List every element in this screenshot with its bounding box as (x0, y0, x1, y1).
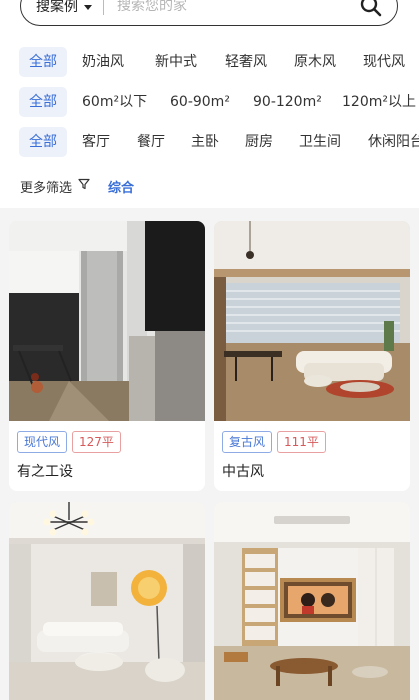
room-chip-balcony[interactable]: 休闲阳台 (368, 127, 419, 157)
style-tag: 现代风 (17, 431, 68, 453)
case-card[interactable]: 现代风 127平 有之工设 (9, 221, 205, 491)
area-chip-all[interactable]: 全部 (19, 87, 67, 117)
search-input[interactable] (117, 0, 360, 14)
room-chip-kitchen[interactable]: 厨房 (245, 127, 273, 157)
style-chip-cream[interactable]: 奶油风 (82, 47, 124, 77)
style-chip-new-chinese[interactable]: 新中式 (155, 47, 197, 77)
search-divider (103, 0, 104, 15)
style-chip-modern[interactable]: 现代风 (363, 47, 405, 77)
caret-down-icon (84, 4, 92, 10)
search-icon[interactable] (360, 0, 382, 17)
case-card[interactable] (9, 502, 205, 700)
area-chip-under-60[interactable]: 60m²以下 (82, 87, 147, 117)
room-chip-living[interactable]: 客厅 (82, 127, 110, 157)
more-filters-button[interactable]: 更多筛选 (20, 177, 72, 196)
case-photo[interactable] (9, 502, 205, 700)
case-tags: 现代风 127平 (9, 421, 205, 453)
case-title: 中古风 (222, 464, 264, 480)
case-photo[interactable] (214, 221, 410, 421)
room-chip-bathroom[interactable]: 卫生间 (299, 127, 341, 157)
room-filter-row: 全部 客厅 餐厅 主卧 厨房 卫生间 休闲阳台 (0, 127, 419, 157)
search-bar: 搜案例 (20, 0, 398, 26)
style-chip-log[interactable]: 原木风 (294, 47, 336, 77)
case-photo[interactable] (9, 221, 205, 421)
case-photo[interactable] (214, 502, 410, 700)
room-chip-dining[interactable]: 餐厅 (137, 127, 165, 157)
funnel-icon[interactable] (78, 178, 90, 194)
area-chip-60-90[interactable]: 60-90m² (170, 87, 230, 117)
area-chip-over-120[interactable]: 120m²以上 (342, 87, 416, 117)
case-feed: 现代风 127平 有之工设 复古风 111平 中古风 (0, 208, 419, 700)
area-chip-90-120[interactable]: 90-120m² (253, 87, 322, 117)
area-tag: 111平 (277, 431, 326, 453)
search-type-label: 搜案例 (36, 0, 78, 15)
sort-combo-button[interactable]: 综合 (108, 177, 134, 196)
style-chip-light-luxury[interactable]: 轻奢风 (225, 47, 267, 77)
room-chip-master-bedroom[interactable]: 主卧 (191, 127, 219, 157)
room-chip-all[interactable]: 全部 (19, 127, 67, 157)
search-type-dropdown[interactable]: 搜案例 (21, 0, 92, 16)
case-tags: 复古风 111平 (214, 421, 410, 453)
case-card[interactable]: 复古风 111平 中古风 (214, 221, 410, 491)
area-filter-row: 全部 60m²以下 60-90m² 90-120m² 120m²以上 (0, 87, 419, 117)
style-chip-all[interactable]: 全部 (19, 47, 67, 77)
more-filters-row: 更多筛选 综合 (20, 175, 134, 197)
style-tag: 复古风 (222, 431, 273, 453)
area-tag: 127平 (72, 431, 121, 453)
style-filter-row: 全部 奶油风 新中式 轻奢风 原木风 现代风 (0, 47, 419, 77)
case-card[interactable] (214, 502, 410, 700)
case-title: 有之工设 (17, 464, 73, 480)
